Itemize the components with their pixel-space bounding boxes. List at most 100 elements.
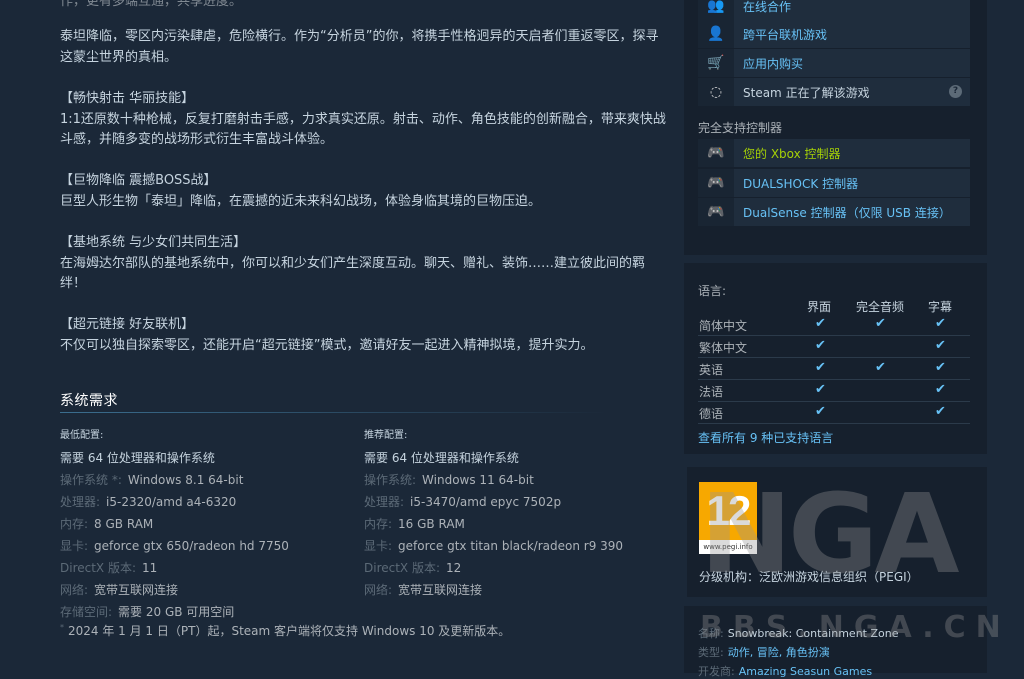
check-icon: ✔ (815, 360, 826, 375)
sysreq-key: 操作系统 *: (60, 473, 122, 487)
check-icon: ✔ (935, 360, 946, 375)
users-icon: 👥 (698, 0, 734, 20)
check-icon: ✔ (935, 404, 946, 419)
lang-header-interface: 界面 (807, 300, 832, 314)
sysreq-row: 显卡: geforce gtx 650/radeon hd 7750 (60, 535, 360, 557)
sysreq-rec-heading: 推荐配置: (364, 430, 408, 441)
sysreq-row: 网络: 宽带互联网连接 (60, 579, 360, 601)
sysreq-row: 处理器: i5-2320/amd a4-6320 (60, 491, 360, 513)
sysreq-key: 网络: (364, 583, 393, 597)
sysreq-key: 内存: (60, 517, 89, 531)
sysreq-row: 内存: 8 GB RAM (60, 513, 360, 535)
controller-label[interactable]: DualSense 控制器（仅限 USB 连接） (743, 204, 951, 221)
language-row: 德语 ✔ ✔ (698, 402, 970, 424)
languages-panel: 语言: 界面 完全音频 字幕 简体中文 ✔ ✔ ✔ 繁体中文 ✔ ✔ 英语 ✔ … (684, 263, 987, 454)
check-icon: ✔ (815, 404, 826, 419)
sysreq-key: 网络: (60, 583, 89, 597)
sysreq-value: i5-3470/amd epyc 7502p (410, 495, 562, 509)
sysreq-divider (60, 412, 608, 413)
controller-support-title: 完全支持控制器 (698, 121, 783, 135)
check-icon: ✔ (935, 316, 946, 331)
windows-support-notice: * 2024 年 1 月 1 日（PT）起，Steam 客户端将仅支持 Windo… (60, 622, 510, 639)
language-name: 简体中文 (699, 319, 748, 333)
language-name: 法语 (699, 385, 724, 399)
controller-dualshock[interactable]: 🎮 DUALSHOCK 控制器 (698, 169, 970, 197)
feature-section-boss: 【巨物降临 震撼BOSS战】 巨型人形生物「泰坦」降临，在震撼的近未来科幻战场，… (60, 171, 541, 212)
section-body: 1:1还原数十种枪械，反复打磨射击手感，力求真实还原。射击、动作、角色技能的创新… (60, 111, 666, 148)
language-name: 繁体中文 (699, 341, 748, 355)
info-genre-row: 类型: 动作, 冒险, 角色扮演 (698, 644, 830, 660)
lang-header-subtitles: 字幕 (928, 300, 953, 314)
info-key: 类型: (698, 646, 724, 659)
cart-icon: 🛒 (698, 49, 734, 77)
check-icon: ✔ (815, 338, 826, 353)
section-body: 不仅可以独自探索零区，还能开启“超元链接”模式，邀请好友一起进入精神拟境，提升实… (60, 337, 594, 353)
nga-watermark-url: BBS.NGA.CN (700, 610, 1011, 645)
sysreq-title: 系统需求 (60, 393, 118, 409)
sysreq-value: i5-2320/amd a4-6320 (106, 495, 237, 509)
help-icon[interactable]: ? (949, 85, 962, 98)
sysreq-value: Windows 8.1 64-bit (127, 473, 244, 487)
controller-label[interactable]: DUALSHOCK 控制器 (743, 175, 858, 192)
language-name: 英语 (699, 363, 724, 377)
language-row: 法语 ✔ ✔ (698, 380, 970, 402)
notice-text: 2024 年 1 月 1 日（PT）起，Steam 客户端将仅支持 Window… (68, 624, 511, 638)
sysreq-min-heading: 最低配置: (60, 430, 104, 441)
genre-links[interactable]: 动作, 冒险, 角色扮演 (728, 646, 830, 659)
sysreq-row: DirectX 版本: 11 (60, 557, 360, 579)
sysreq-rec-64bit: 需要 64 位处理器和操作系统 (364, 451, 519, 465)
check-icon: ✔ (875, 316, 886, 331)
sysreq-min-64bit: 需要 64 位处理器和操作系统 (60, 451, 215, 465)
sysreq-value: geforce gtx titan black/radeon r9 390 (398, 539, 624, 553)
sysreq-value: 宽带互联网连接 (94, 583, 179, 597)
footnote-mark: * (60, 623, 64, 632)
feature-section-coop: 【超元链接 好友联机】 不仅可以独自探索零区，还能开启“超元链接”模式，邀请好友… (60, 315, 593, 356)
sysreq-key: 显卡: (60, 539, 89, 553)
check-icon: ✔ (875, 360, 886, 375)
feature-in-app-purchase[interactable]: 🛒 应用内购买 (698, 49, 970, 77)
sysreq-recommended: 推荐配置: 需要 64 位处理器和操作系统 操作系统: Windows 11 64… (364, 426, 664, 601)
section-body: 在海姆达尔部队的基地系统中，你可以和少女们产生深度互动。聊天、赠礼、装饰……建立… (60, 255, 646, 292)
gamepad-icon: 🎮 (698, 139, 734, 167)
controller-dualsense[interactable]: 🎮 DualSense 控制器（仅限 USB 连接） (698, 198, 970, 226)
sysreq-key: DirectX 版本: (364, 561, 441, 575)
description-cut-line: 作，更有多端互通，共享进度。 (60, 0, 243, 9)
check-icon: ✔ (815, 316, 826, 331)
section-body: 巨型人形生物「泰坦」降临，在震撼的近未来科幻战场，体验身临其境的巨物压迫。 (60, 193, 542, 209)
feature-label[interactable]: 应用内购买 (743, 55, 803, 72)
feature-label[interactable]: 在线合作 (743, 0, 791, 15)
sysreq-key: 显卡: (364, 539, 393, 553)
gamepad-icon: 🎮 (698, 198, 734, 226)
sysreq-row: 显卡: geforce gtx titan black/radeon r9 390 (364, 535, 664, 557)
check-icon: ✔ (815, 382, 826, 397)
feature-crossplay[interactable]: 👤 跨平台联机游戏 (698, 20, 970, 48)
sysreq-value: 11 (142, 561, 158, 575)
features-panel: 👥 在线合作 👤 跨平台联机游戏 🛒 应用内购买 ◌ Steam 正在了解该游戏… (684, 0, 987, 255)
controller-xbox[interactable]: 🎮 您的 Xbox 控制器 (698, 139, 970, 167)
feature-section-shooting: 【畅快射击 华丽技能】 1:1还原数十种枪械，反复打磨射击手感，力求真实还原。射… (60, 89, 670, 151)
language-row: 英语 ✔ ✔ ✔ (698, 358, 970, 380)
sysreq-value: geforce gtx 650/radeon hd 7750 (94, 539, 289, 553)
check-icon: ✔ (935, 382, 946, 397)
feature-steam-learning: ◌ Steam 正在了解该游戏 ? (698, 78, 970, 106)
sysreq-row: 处理器: i5-3470/amd epyc 7502p (364, 491, 664, 513)
info-developer-row: 开发商: Amazing Seasun Games (698, 663, 872, 679)
sysreq-row: 操作系统 *: Windows 8.1 64-bit (60, 469, 360, 491)
all-languages-link[interactable]: 查看所有 9 种已支持语言 (698, 429, 833, 446)
feature-section-base: 【基地系统 与少女们共同生活】 在海姆达尔部队的基地系统中，你可以和少女们产生深… (60, 233, 670, 295)
language-row: 简体中文 ✔ ✔ ✔ (698, 314, 970, 336)
section-heading: 【超元链接 好友联机】 (60, 317, 195, 332)
sysreq-row: 内存: 16 GB RAM (364, 513, 664, 535)
gamepad-icon: 🎮 (698, 169, 734, 197)
languages-title: 语言: (698, 284, 727, 298)
crossplay-icon: 👤 (698, 20, 734, 48)
feature-label[interactable]: 跨平台联机游戏 (743, 26, 827, 43)
sysreq-row: DirectX 版本: 12 (364, 557, 664, 579)
sysreq-value: 宽带互联网连接 (398, 583, 483, 597)
feature-online-coop[interactable]: 👥 在线合作 (698, 0, 970, 20)
sysreq-value: 12 (446, 561, 462, 575)
sysreq-row: 网络: 宽带互联网连接 (364, 579, 664, 601)
feature-label: Steam 正在了解该游戏 (743, 86, 870, 100)
controller-label[interactable]: 您的 Xbox 控制器 (743, 145, 841, 162)
developer-link[interactable]: Amazing Seasun Games (739, 665, 872, 678)
